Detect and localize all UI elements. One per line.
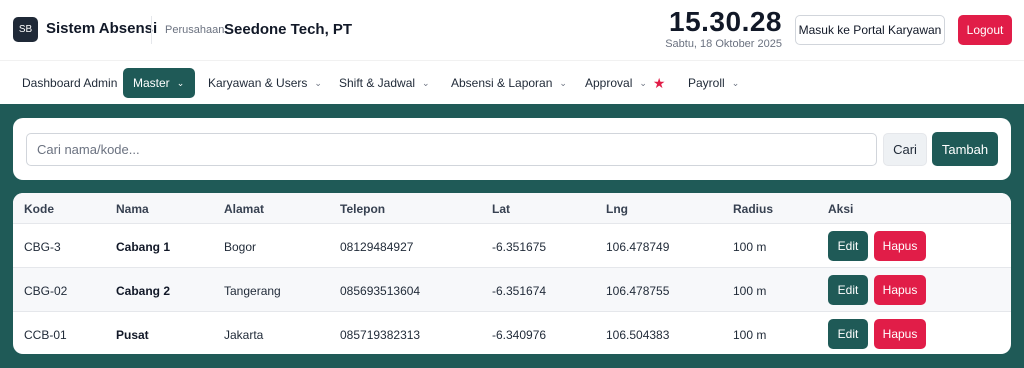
- nav-label: Karyawan & Users: [208, 76, 308, 90]
- cell-radius: 100 m: [733, 328, 767, 342]
- table-row: CBG-3 Cabang 1 Bogor 08129484927 -6.3516…: [13, 224, 1011, 268]
- app-title: Sistem Absensi: [46, 20, 158, 37]
- edit-button[interactable]: Edit: [828, 275, 868, 305]
- cell-kode: CBG-02: [24, 284, 68, 298]
- nav-dashboard-admin[interactable]: Dashboard Admin: [12, 68, 127, 98]
- delete-button[interactable]: Hapus: [874, 231, 926, 261]
- cell-lat: -6.351675: [492, 240, 547, 254]
- cell-kode: CBG-3: [24, 240, 61, 254]
- chevron-down-icon: ⌄: [176, 77, 185, 88]
- nav-label: Master: [133, 76, 170, 90]
- delete-button[interactable]: Hapus: [874, 319, 926, 349]
- nav-label: Shift & Jadwal: [339, 76, 416, 90]
- nav-label: Payroll: [688, 76, 725, 90]
- column-header: Nama: [116, 202, 149, 216]
- cell-lng: 106.504383: [606, 328, 670, 342]
- cell-alamat: Bogor: [224, 240, 257, 254]
- cell-telepon: 085693513604: [340, 284, 421, 298]
- chevron-down-icon: ⌄: [639, 77, 647, 88]
- edit-button[interactable]: Edit: [828, 231, 868, 261]
- column-header: Alamat: [224, 202, 265, 216]
- app-logo: SB: [13, 17, 38, 42]
- chevron-down-icon: ⌄: [559, 77, 567, 88]
- nav-absensi-laporan[interactable]: Absensi & Laporan ⌄: [441, 68, 577, 98]
- cell-alamat: Jakarta: [224, 328, 264, 342]
- main-nav: Dashboard Admin Master ⌄ Karyawan & User…: [0, 60, 1024, 104]
- column-header: Lng: [606, 202, 628, 216]
- clock: 15.30.28: [669, 6, 782, 37]
- company-name: Seedone Tech, PT: [224, 21, 353, 38]
- delete-button[interactable]: Hapus: [874, 275, 926, 305]
- edit-button[interactable]: Edit: [828, 319, 868, 349]
- search-button[interactable]: Cari: [883, 133, 927, 166]
- column-header: Telepon: [340, 202, 386, 216]
- nav-payroll[interactable]: Payroll ⌄: [678, 68, 749, 98]
- chevron-down-icon: ⌄: [314, 77, 322, 88]
- table-row: CBG-02 Cabang 2 Tangerang 085693513604 -…: [13, 268, 1011, 312]
- nav-label: Approval: [585, 76, 633, 90]
- cell-lat: -6.351674: [492, 284, 547, 298]
- nav-approval[interactable]: Approval ⌄ ★: [575, 68, 675, 98]
- cell-nama: Pusat: [116, 328, 149, 342]
- chevron-down-icon: ⌄: [422, 77, 430, 88]
- cell-nama: Cabang 1: [116, 240, 171, 254]
- cell-alamat: Tangerang: [224, 284, 281, 298]
- chevron-down-icon: ⌄: [731, 77, 740, 88]
- header-divider: [151, 16, 152, 44]
- cell-lat: -6.340976: [492, 328, 547, 342]
- cell-radius: 100 m: [733, 240, 767, 254]
- cell-telepon: 08129484927: [340, 240, 414, 254]
- cell-radius: 100 m: [733, 284, 767, 298]
- nav-karyawan-users[interactable]: Karyawan & Users ⌄: [198, 68, 332, 98]
- add-button[interactable]: Tambah: [932, 132, 998, 166]
- search-panel: Cari Tambah: [13, 118, 1011, 180]
- column-header: Lat: [492, 202, 510, 216]
- column-header: Radius: [733, 202, 774, 216]
- company-label: Perusahaan:: [165, 24, 228, 36]
- nav-label: Absensi & Laporan: [451, 76, 553, 90]
- column-header: Aksi: [828, 202, 854, 216]
- main-content: Cari Tambah Kode Nama Alamat Telepon Lat…: [0, 104, 1024, 368]
- top-header: SB Sistem Absensi Perusahaan: Seedone Te…: [0, 0, 1024, 60]
- search-input[interactable]: [26, 133, 877, 166]
- nav-label: Dashboard Admin: [22, 76, 118, 90]
- cell-lng: 106.478749: [606, 240, 670, 254]
- cell-nama: Cabang 2: [116, 284, 171, 298]
- column-header: Kode: [24, 202, 54, 216]
- table-row: CCB-01 Pusat Jakarta 085719382313 -6.340…: [13, 312, 1011, 354]
- employee-portal-button[interactable]: Masuk ke Portal Karyawan: [795, 15, 945, 45]
- logout-button[interactable]: Logout: [958, 15, 1012, 45]
- branch-table: Kode Nama Alamat Telepon Lat Lng Radius …: [13, 193, 1011, 354]
- table-header: Kode Nama Alamat Telepon Lat Lng Radius …: [13, 193, 1011, 224]
- star-icon: ★: [652, 74, 666, 91]
- cell-telepon: 085719382313: [340, 328, 421, 342]
- cell-kode: CCB-01: [24, 328, 67, 342]
- nav-shift-jadwal[interactable]: Shift & Jadwal ⌄: [329, 68, 440, 98]
- current-date: Sabtu, 18 Oktober 2025: [665, 38, 782, 50]
- cell-lng: 106.478755: [606, 284, 670, 298]
- nav-master[interactable]: Master ⌄: [123, 68, 195, 98]
